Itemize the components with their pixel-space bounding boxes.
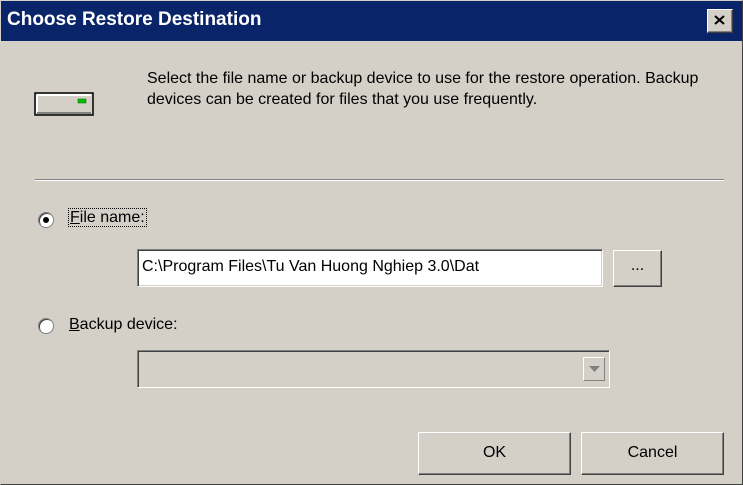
browse-button[interactable]: ... bbox=[613, 250, 662, 287]
backup-device-radio[interactable] bbox=[38, 318, 54, 334]
file-name-mnemonic: F bbox=[70, 209, 80, 226]
backup-device-dropdown[interactable] bbox=[137, 350, 610, 388]
file-name-label-text: ile name: bbox=[79, 209, 145, 226]
chevron-down-icon bbox=[589, 366, 600, 372]
file-name-radio[interactable] bbox=[38, 212, 54, 228]
restore-destination-dialog: Choose Restore Destination Select the fi… bbox=[0, 0, 743, 485]
backup-device-mnemonic: B bbox=[69, 316, 80, 333]
close-icon bbox=[714, 15, 725, 25]
backup-device-label[interactable]: Backup device: bbox=[69, 315, 178, 335]
backup-device-icon bbox=[34, 92, 94, 116]
dropdown-arrow-button[interactable] bbox=[583, 357, 605, 381]
file-name-input[interactable]: C:\Program Files\Tu Van Huong Nghiep 3.0… bbox=[137, 249, 603, 287]
cancel-button[interactable]: Cancel bbox=[581, 432, 724, 475]
close-button[interactable] bbox=[707, 9, 733, 33]
intro-text: Select the file name or backup device to… bbox=[147, 70, 699, 108]
window-title: Choose Restore Destination bbox=[7, 9, 262, 30]
file-name-label[interactable]: File name: bbox=[68, 208, 147, 228]
separator bbox=[35, 179, 724, 181]
ok-button[interactable]: OK bbox=[418, 432, 571, 475]
radio-dot bbox=[43, 217, 49, 223]
backup-device-label-text: ackup device: bbox=[79, 316, 178, 333]
file-name-label-focus: File name: bbox=[68, 208, 147, 227]
title-bar[interactable]: Choose Restore Destination bbox=[1, 1, 742, 41]
